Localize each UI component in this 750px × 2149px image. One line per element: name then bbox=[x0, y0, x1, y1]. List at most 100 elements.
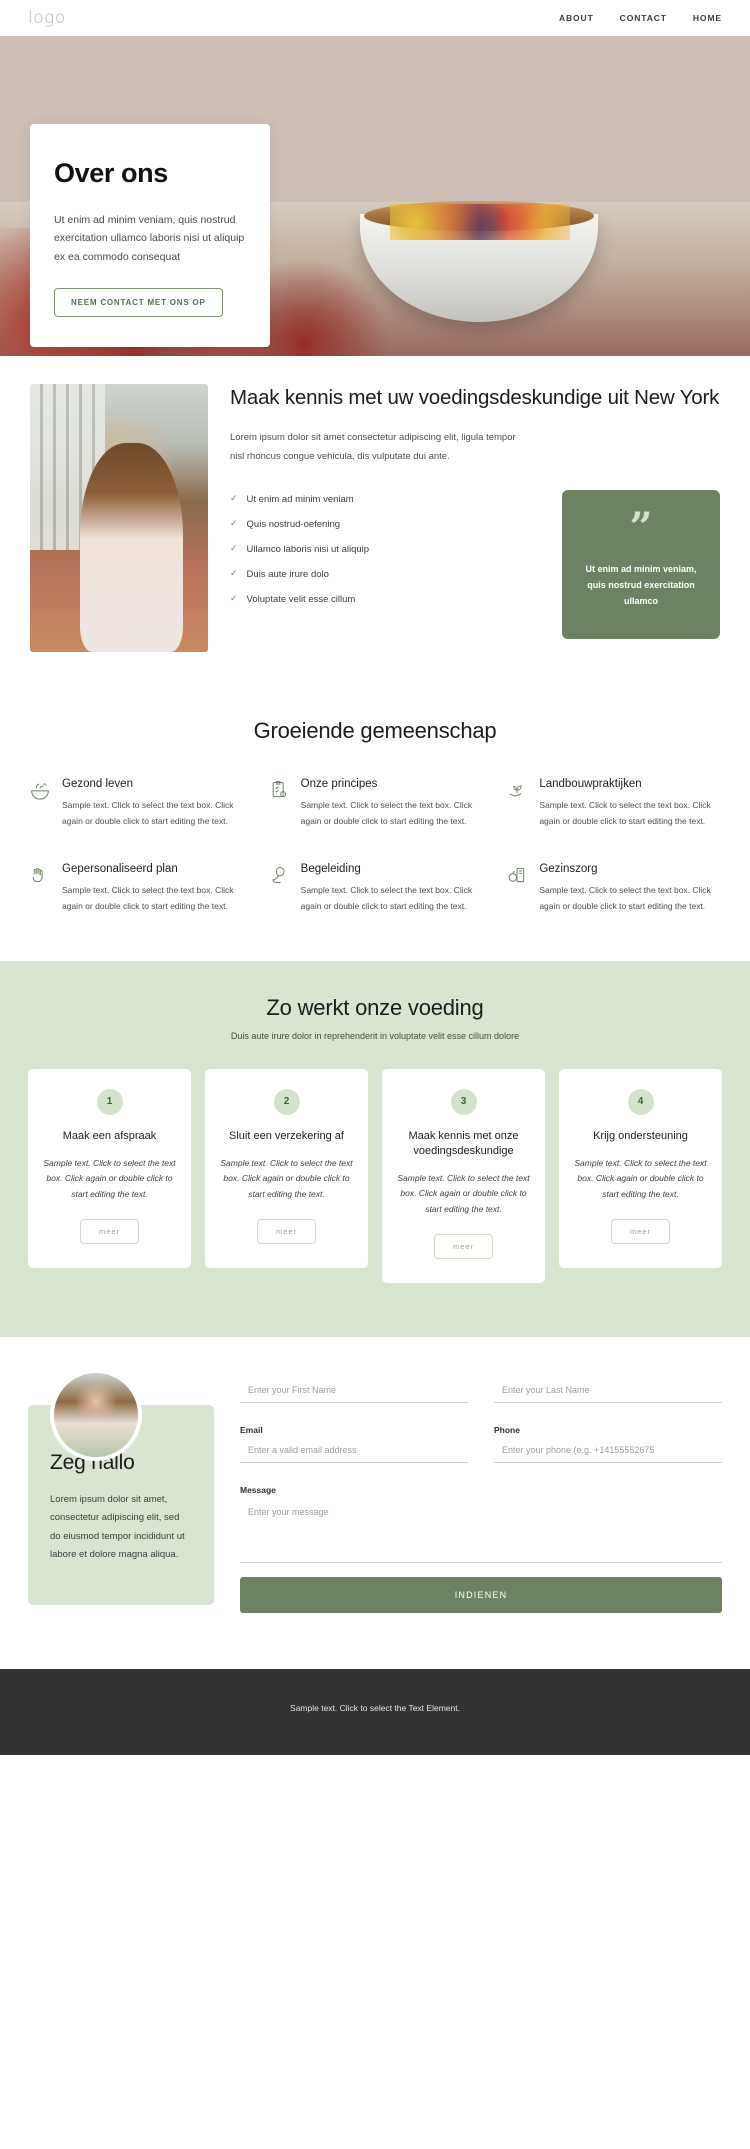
check-icon: ✓ bbox=[230, 518, 238, 529]
feature-title: Onze principes bbox=[300, 778, 378, 790]
step-card: 1 Maak een afspraak Sample text. Click t… bbox=[28, 1068, 191, 1268]
steps-grid: 1 Maak een afspraak Sample text. Click t… bbox=[28, 1068, 722, 1283]
hero-body: Ut enim ad minim veniam, quis nostrud ex… bbox=[54, 214, 245, 263]
checklist-label: Ut enim ad minim veniam bbox=[246, 494, 354, 506]
step-text: Sample text. Click to select the text bo… bbox=[574, 1157, 707, 1200]
community-heading: Groeiende gemeenschap bbox=[253, 718, 497, 743]
feature-title: Begeleiding bbox=[300, 863, 361, 876]
quote-icon: ” bbox=[629, 504, 653, 552]
expert-photo bbox=[30, 384, 208, 652]
list-item: ✓ Ut enim ad minim veniam bbox=[230, 493, 544, 506]
feature-grid: Gezond leven Sample text. Click to selec… bbox=[30, 778, 720, 915]
list-item: ✓ Voluptate velit esse cillum bbox=[230, 593, 544, 606]
phone-field-group: Phone bbox=[494, 1425, 722, 1463]
avatar bbox=[54, 1372, 138, 1457]
feature-item: Begeleiding Sample text. Click to select… bbox=[269, 863, 482, 914]
feature-text: Sample text. Click to select the text bo… bbox=[300, 800, 473, 826]
step-number: 4 bbox=[627, 1088, 654, 1115]
hero-card: Over ons Ut enim ad minim veniam, quis n… bbox=[30, 124, 270, 348]
feature-text: Sample text. Click to select the text bo… bbox=[300, 885, 473, 912]
feature-title: Gezinszorg bbox=[539, 863, 598, 876]
expert-heading: Maak kennis met uw voedingsdeskundige ui… bbox=[230, 386, 720, 409]
steps-heading: Zo werkt onze voeding bbox=[266, 994, 484, 1020]
list-item: ✓ Quis nostrud-oefening bbox=[230, 518, 544, 531]
check-icon: ✓ bbox=[230, 593, 238, 604]
site-footer: Sample text. Click to select the Text El… bbox=[0, 1668, 750, 1755]
last-name-field-group bbox=[494, 1380, 722, 1403]
feature-text: Sample text. Click to select the text bo… bbox=[539, 800, 711, 826]
feature-item: Gepersonaliseerd plan Sample text. Click… bbox=[30, 863, 243, 914]
contact-heading: Zeg hallo bbox=[50, 1450, 135, 1474]
community-section: Groeiende gemeenschap Gezond leven Sampl… bbox=[0, 696, 750, 961]
step-title: Maak kennis met onze voedingsdeskundige bbox=[408, 1129, 519, 1157]
contact-card: Zeg hallo Lorem ipsum dolor sit amet, co… bbox=[28, 1372, 214, 1605]
step-card: 4 Krijg ondersteuning Sample text. Click… bbox=[559, 1068, 722, 1268]
step-more-button[interactable]: meer bbox=[433, 1233, 494, 1259]
email-input[interactable] bbox=[240, 1440, 468, 1463]
step-more-button[interactable]: meer bbox=[256, 1218, 317, 1244]
site-header: logo ABOUT CONTACT HOME bbox=[0, 0, 750, 36]
nav-item-home[interactable]: HOME bbox=[693, 13, 722, 23]
salad-bowl-icon bbox=[30, 778, 52, 829]
list-item: ✓ Ullamco laboris nisi ut aliquip bbox=[230, 543, 544, 556]
expert-section: Maak kennis met uw voedingsdeskundige ui… bbox=[0, 356, 750, 696]
step-text: Sample text. Click to select the text bo… bbox=[43, 1157, 176, 1200]
expert-columns: ✓ Ut enim ad minim veniam ✓ Quis nostrud-o… bbox=[230, 490, 720, 640]
email-field-group: Email bbox=[240, 1425, 468, 1463]
contact-cta-button[interactable]: NEEM CONTACT MET ONS OP bbox=[54, 288, 223, 318]
feature-title: Landbouwpraktijken bbox=[539, 778, 642, 790]
checklist-label: Voluptate velit esse cillum bbox=[246, 594, 356, 606]
nav-item-contact[interactable]: CONTACT bbox=[620, 13, 667, 23]
steps-section: Zo werkt onze voeding Duis aute irure do… bbox=[0, 960, 750, 1337]
list-item: ✓ Duis aute irure dolo bbox=[230, 568, 544, 580]
quote-text: Ut enim ad minim veniam, quis nostrud ex… bbox=[585, 564, 697, 606]
feature-text: Sample text. Click to select the text bo… bbox=[62, 800, 234, 826]
step-card: 3 Maak kennis met onze voedingsdeskundig… bbox=[382, 1068, 545, 1283]
step-card: 2 Sluit een verzekering af Sample text. … bbox=[205, 1068, 368, 1268]
nav-item-about[interactable]: ABOUT bbox=[559, 13, 594, 23]
feature-item: Landbouwpraktijken Sample text. Click to… bbox=[507, 778, 720, 829]
step-title: Maak een afspraak bbox=[62, 1129, 157, 1142]
feature-title: Gezond leven bbox=[62, 778, 133, 790]
message-textarea[interactable] bbox=[240, 1500, 722, 1563]
step-more-button[interactable]: meer bbox=[610, 1218, 671, 1244]
step-text: Sample text. Click to select the text bo… bbox=[397, 1172, 530, 1214]
email-label: Email bbox=[240, 1424, 263, 1435]
expert-lead: Lorem ipsum dolor sit amet consectetur a… bbox=[230, 432, 516, 462]
check-icon: ✓ bbox=[230, 543, 238, 554]
hand-leaf-icon bbox=[269, 863, 291, 914]
feature-item: Gezinszorg Sample text. Click to select … bbox=[507, 863, 720, 914]
checklist-label: Ullamco laboris nisi ut aliquip bbox=[246, 544, 370, 556]
quote-card: ” Ut enim ad minim veniam, quis nostrud … bbox=[562, 490, 720, 640]
contact-section: Zeg hallo Lorem ipsum dolor sit amet, co… bbox=[0, 1337, 750, 1669]
expert-checklist: ✓ Ut enim ad minim veniam ✓ Quis nostrud-o… bbox=[230, 490, 544, 619]
submit-button[interactable]: INDIENEN bbox=[240, 1576, 722, 1613]
phone-input[interactable] bbox=[494, 1440, 722, 1463]
logo[interactable]: logo bbox=[28, 8, 66, 28]
first-name-input[interactable] bbox=[240, 1380, 468, 1403]
last-name-input[interactable] bbox=[494, 1380, 722, 1403]
step-text: Sample text. Click to select the text bo… bbox=[220, 1157, 353, 1200]
feature-item: Onze principes Sample text. Click to sel… bbox=[269, 778, 482, 829]
email-phone-row: Email Phone bbox=[240, 1425, 722, 1463]
step-more-button[interactable]: meer bbox=[79, 1218, 140, 1244]
feature-item: Gezond leven Sample text. Click to selec… bbox=[30, 778, 243, 829]
name-row bbox=[240, 1380, 722, 1403]
feature-text: Sample text. Click to select the text bo… bbox=[62, 885, 234, 912]
main-nav: ABOUT CONTACT HOME bbox=[559, 13, 722, 23]
clipboard-check-icon bbox=[269, 778, 291, 829]
step-title: Sluit een verzekering af bbox=[229, 1129, 344, 1142]
phone-label: Phone bbox=[494, 1424, 520, 1435]
steps-subheading: Duis aute irure dolor in reprehenderit i… bbox=[230, 1030, 520, 1041]
feature-title: Gepersonaliseerd plan bbox=[62, 863, 178, 876]
fruit-image bbox=[390, 204, 570, 240]
checklist-label: Quis nostrud-oefening bbox=[246, 519, 341, 531]
message-label: Message bbox=[240, 1484, 276, 1495]
first-name-field-group bbox=[240, 1380, 468, 1403]
contact-body: Lorem ipsum dolor sit amet, consectetur … bbox=[50, 1493, 185, 1561]
check-icon: ✓ bbox=[230, 493, 238, 504]
hero-title: Over ons bbox=[54, 158, 168, 188]
apple-chart-icon bbox=[507, 863, 529, 914]
footer-text: Sample text. Click to select the Text El… bbox=[290, 1702, 460, 1713]
step-number: 3 bbox=[450, 1088, 477, 1115]
